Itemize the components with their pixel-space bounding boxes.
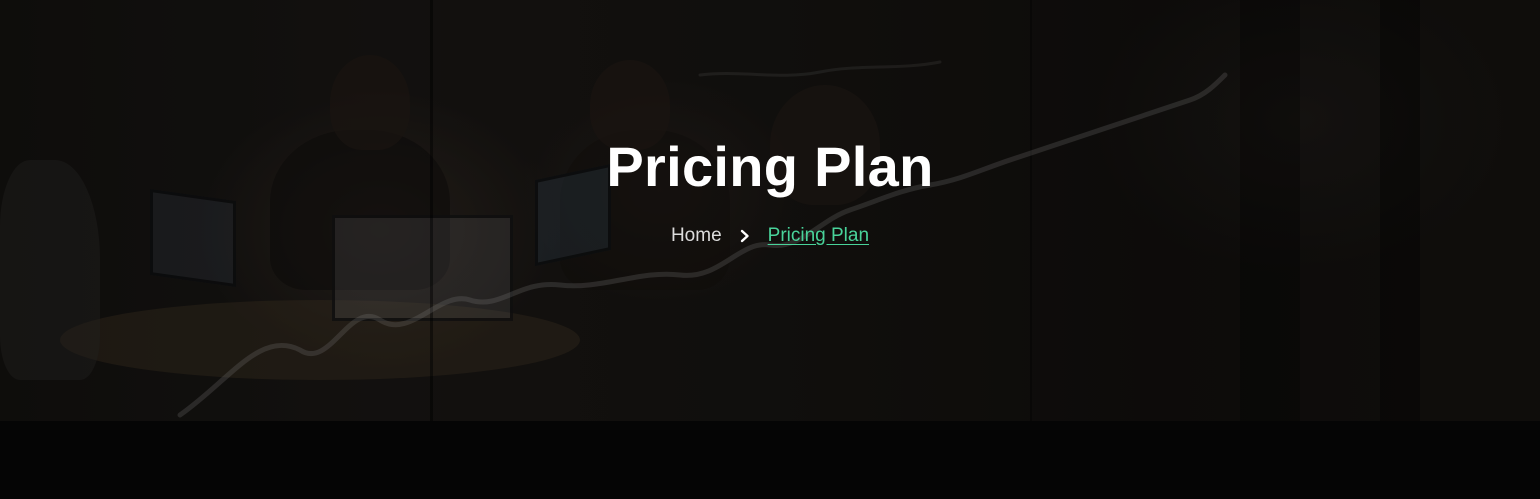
breadcrumb-current-link[interactable]: Pricing Plan [768,225,869,247]
hero-content: Pricing Plan Home Pricing Plan [0,0,1540,421]
chevron-right-icon [722,229,768,243]
page-content-background [0,421,1540,499]
breadcrumb-home-link[interactable]: Home [671,225,722,247]
page-hero-banner: Pricing Plan Home Pricing Plan [0,0,1540,421]
breadcrumb: Home Pricing Plan [0,222,1540,250]
page-title: Pricing Plan [606,135,934,198]
